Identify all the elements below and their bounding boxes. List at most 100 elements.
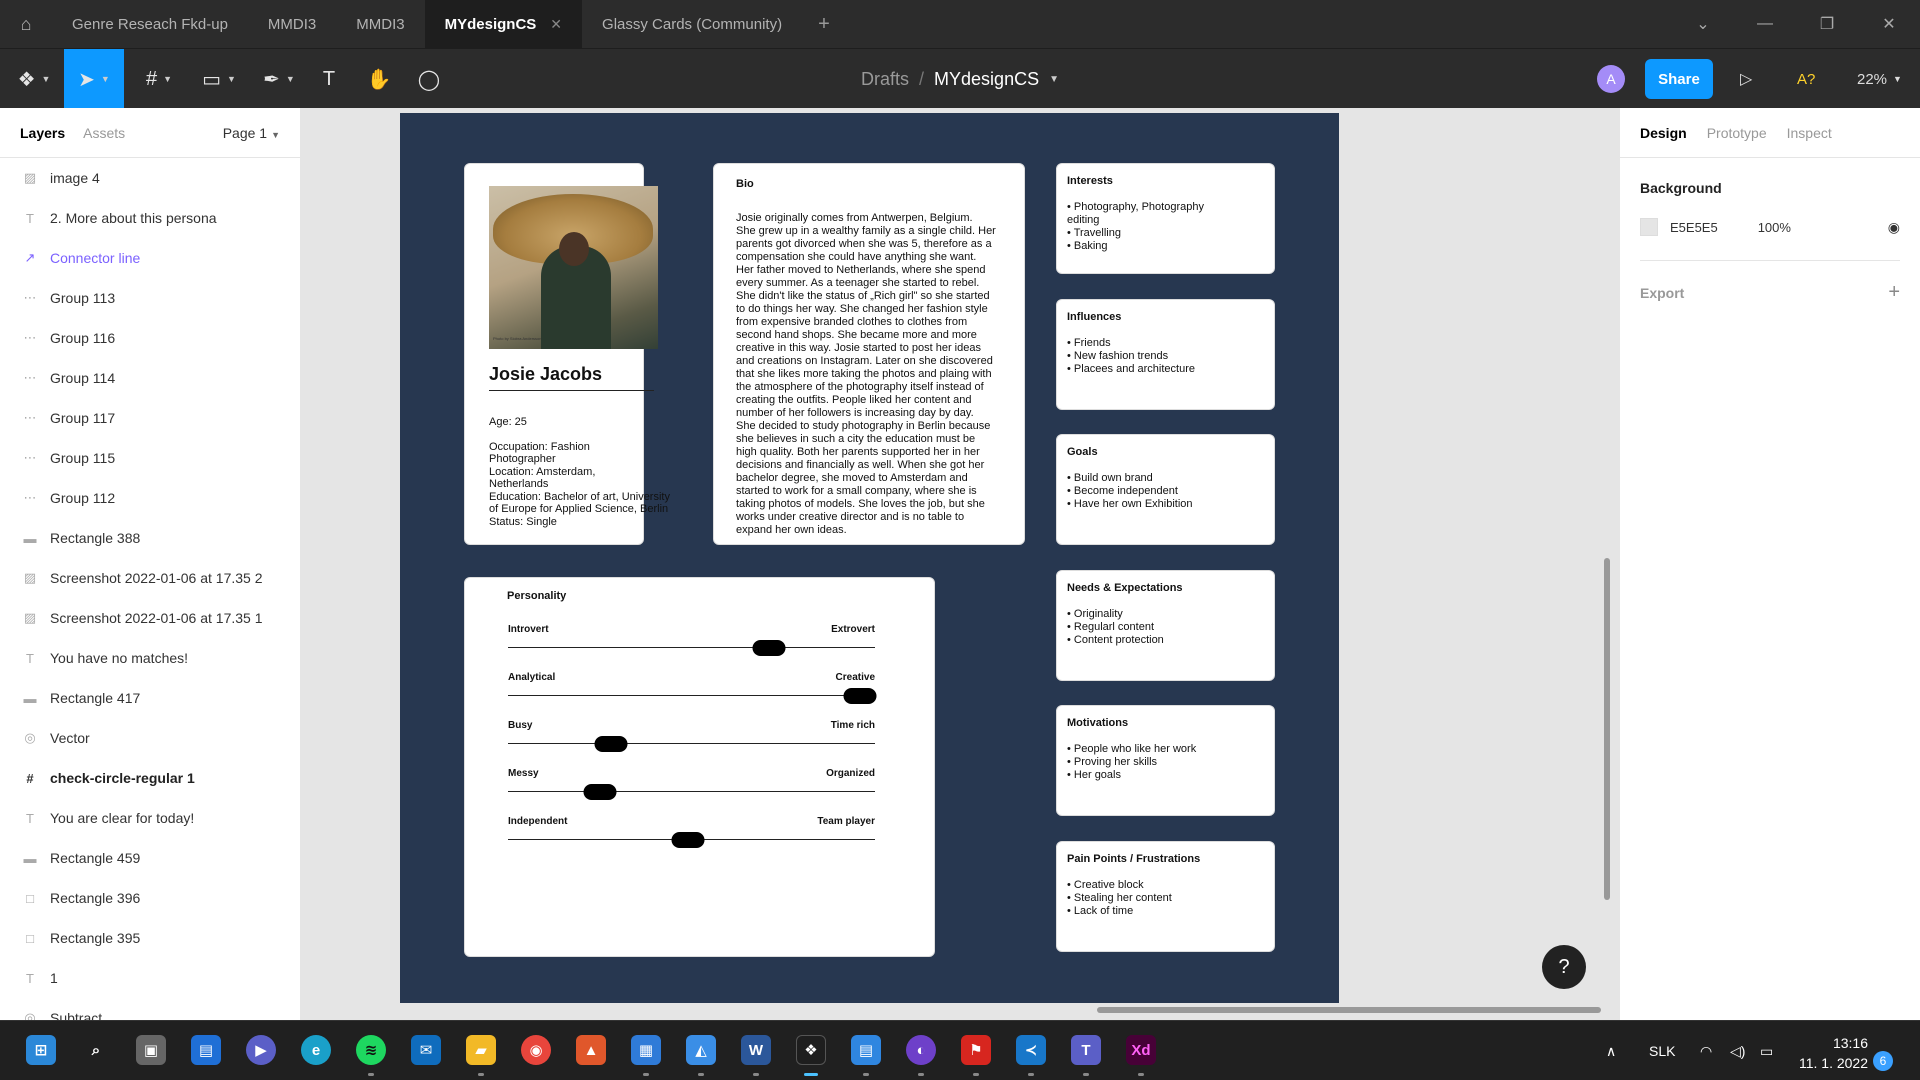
mail-icon[interactable]: ✉ (411, 1035, 441, 1065)
tab-genre-research[interactable]: Genre Reseach Fkd-up (52, 0, 248, 48)
trait-knob[interactable] (752, 640, 786, 656)
trait-knob[interactable] (843, 688, 877, 704)
bio-card[interactable]: Bio Josie originally comes from Antwerpe… (713, 163, 1025, 545)
layer-item[interactable]: ⋯ Group 115 (0, 438, 300, 478)
teams-chat-icon[interactable]: ▶ (246, 1035, 276, 1065)
hand-tool-button[interactable]: ✋ (364, 49, 394, 109)
layer-item[interactable]: T You have no matches! (0, 638, 300, 678)
page-selector[interactable]: Page 1 ▼ (223, 125, 280, 141)
task-view-icon[interactable]: ▣ (136, 1035, 166, 1065)
breadcrumb-drafts[interactable]: Drafts (861, 69, 909, 90)
widgets-icon[interactable]: ▤ (191, 1035, 221, 1065)
notification-badge[interactable]: 6 (1873, 1051, 1893, 1071)
tab-assets[interactable]: Assets (83, 125, 125, 141)
persona-frame[interactable]: Photo by Siobra Andersson Josie Jacobs A… (400, 113, 1339, 1003)
tab-glassy-cards[interactable]: Glassy Cards (Community) (582, 0, 802, 48)
layer-item[interactable]: ▨ Screenshot 2022-01-06 at 17.35 2 (0, 558, 300, 598)
battery-icon[interactable]: ▭ (1760, 1021, 1773, 1080)
main-menu-button[interactable]: ❖ ▼ (12, 49, 56, 109)
github-desktop-icon[interactable]: ◐ (906, 1035, 936, 1065)
tab-mydesigncs[interactable]: MYdesignCS ✕ (424, 0, 583, 48)
chevron-down-icon[interactable]: ⌄ (1672, 14, 1734, 34)
chrome-icon[interactable]: ◉ (521, 1035, 551, 1065)
home-icon[interactable]: ⌂ (0, 0, 52, 48)
restore-icon[interactable]: ❐ (1796, 14, 1858, 34)
teams-icon[interactable]: T (1071, 1035, 1101, 1065)
spotify-icon[interactable]: ≋ (356, 1035, 386, 1065)
canvas[interactable]: Photo by Siobra Andersson Josie Jacobs A… (301, 108, 1619, 1020)
wifi-icon[interactable]: ◠ (1700, 1021, 1712, 1080)
photos-icon[interactable]: ◭ (686, 1035, 716, 1065)
layer-item[interactable]: ⋯ Group 114 (0, 358, 300, 398)
layer-item[interactable]: T1 (0, 958, 300, 998)
volume-icon[interactable]: ◁) (1730, 1021, 1745, 1080)
layer-item[interactable]: ▬ Rectangle 417 (0, 678, 300, 718)
text-tool-button[interactable]: T (314, 49, 344, 109)
clock[interactable]: 13:16 11. 1. 2022 (1798, 1033, 1868, 1073)
layer-item[interactable]: T You are clear for today! (0, 798, 300, 838)
tab-layers[interactable]: Layers (20, 125, 65, 141)
layer-item[interactable]: ⋯ Group 116 (0, 318, 300, 358)
tab-mmdi3-b[interactable]: MMDI3 (336, 0, 424, 48)
missing-fonts-button[interactable]: A? (1797, 49, 1815, 109)
chevron-down-icon[interactable]: ▼ (1049, 74, 1059, 85)
horizontal-scrollbar[interactable] (1097, 1007, 1601, 1013)
layer-item[interactable]: □ Rectangle 396 (0, 878, 300, 918)
background-swatch[interactable] (1640, 218, 1658, 236)
office-app-icon[interactable]: ▲ (576, 1035, 606, 1065)
close-icon[interactable]: ✕ (1858, 14, 1920, 34)
layer-item[interactable]: □ Rectangle 395 (0, 918, 300, 958)
tab-mmdi3-a[interactable]: MMDI3 (248, 0, 336, 48)
profile-card[interactable]: Photo by Siobra Andersson Josie Jacobs A… (464, 163, 670, 545)
share-button[interactable]: Share (1645, 59, 1713, 99)
trait-knob[interactable] (671, 832, 705, 848)
search-icon[interactable]: ⌕ (81, 1035, 111, 1065)
tab-design[interactable]: Design (1640, 125, 1687, 141)
layer-item[interactable]: ◎ Subtract (0, 998, 300, 1020)
help-button[interactable]: ? (1542, 945, 1586, 989)
section-card[interactable]: Needs & Expectations • Originality • Regu… (1056, 569, 1275, 681)
section-card[interactable]: Influences • Friends • New fashion trends… (1056, 298, 1275, 410)
pen-tool-button[interactable]: ✒ ▼ (254, 49, 304, 109)
add-export-icon[interactable]: + (1888, 281, 1900, 304)
section-card[interactable]: Motivations • People who like her work • … (1056, 705, 1275, 816)
edge-browser-icon[interactable]: e (301, 1035, 331, 1065)
section-card[interactable]: Pain Points / Frustrations • Creative blo… (1056, 840, 1275, 952)
move-tool-button[interactable]: ➤ ▼ (64, 49, 124, 109)
layer-item[interactable]: ▬ Rectangle 459 (0, 838, 300, 878)
zoom-dropdown[interactable]: 22% ▼ (1857, 49, 1902, 109)
layer-item[interactable]: ◎ Vector (0, 718, 300, 758)
tab-prototype[interactable]: Prototype (1707, 125, 1767, 141)
layer-item[interactable]: ▨ image 4 (0, 158, 300, 198)
personality-card[interactable]: Personality Introvert Extrovert Analytical… (464, 577, 935, 957)
trait-knob[interactable] (594, 736, 628, 752)
layer-item[interactable]: ⋯ Group 112 (0, 478, 300, 518)
file-name[interactable]: MYdesignCS (934, 69, 1039, 90)
tab-inspect[interactable]: Inspect (1787, 125, 1832, 141)
layer-item[interactable]: ↗ Connector line (0, 238, 300, 278)
present-play-icon[interactable]: ▷ (1740, 49, 1752, 109)
frame-tool-button[interactable]: # ▼ (134, 49, 184, 109)
trait-knob[interactable] (583, 784, 617, 800)
layer-item[interactable]: ▬ Rectangle 388 (0, 518, 300, 558)
comment-tool-button[interactable]: ◯ (414, 49, 444, 109)
section-card[interactable]: Goals • Build own brand • Become independ… (1056, 434, 1275, 545)
background-opacity-input[interactable]: 100% (1758, 220, 1791, 235)
close-tab-icon[interactable]: ✕ (550, 16, 562, 33)
vscode-icon[interactable]: ≺ (1016, 1035, 1046, 1065)
background-hex-input[interactable]: E5E5E5 (1670, 220, 1718, 235)
adobe-xd-icon[interactable]: Xd (1126, 1035, 1156, 1065)
minimize-icon[interactable]: — (1734, 15, 1796, 33)
tray-overflow-icon[interactable]: ∧ (1606, 1021, 1616, 1080)
layer-item[interactable]: ⋯ Group 117 (0, 398, 300, 438)
file-explorer-icon[interactable]: ▰ (466, 1035, 496, 1065)
vertical-scrollbar[interactable] (1604, 558, 1610, 900)
shape-tool-button[interactable]: ▭ ▼ (194, 49, 244, 109)
acrobat-icon[interactable]: ⚑ (961, 1035, 991, 1065)
notepad-icon[interactable]: ▤ (851, 1035, 881, 1065)
new-tab-icon[interactable]: + (802, 13, 846, 36)
calendar-icon[interactable]: ▦ (631, 1035, 661, 1065)
layer-item[interactable]: ⋯ Group 113 (0, 278, 300, 318)
visibility-eye-icon[interactable]: ◉ (1888, 219, 1900, 236)
figma-icon[interactable]: ❖ (796, 1035, 826, 1065)
